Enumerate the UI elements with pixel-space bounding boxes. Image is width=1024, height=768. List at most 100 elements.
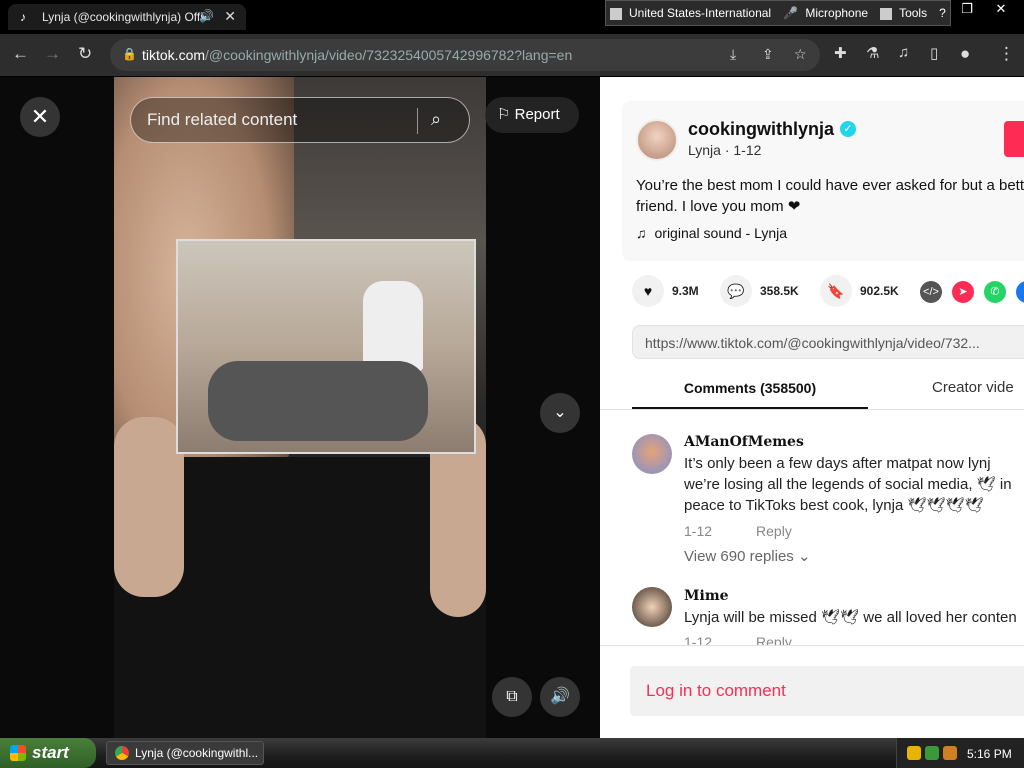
- security-shield-icon[interactable]: [907, 746, 921, 760]
- media-icon[interactable]: ♫: [898, 44, 909, 61]
- tabs-divider: [600, 409, 1024, 410]
- reply-button[interactable]: Reply: [756, 523, 792, 539]
- related-search-input[interactable]: Find related content ⌕: [130, 97, 470, 143]
- close-video-button[interactable]: ✕: [20, 97, 60, 137]
- comment-icon[interactable]: 💬: [720, 275, 752, 307]
- bookmark-star-icon[interactable]: ☆: [794, 46, 807, 63]
- start-label: start: [32, 743, 69, 762]
- browser-toolbar: ← → ↻ 🔒 tiktok.com/@cookingwithlynja/vid…: [0, 34, 1024, 76]
- video-held-photo: [176, 239, 476, 454]
- music-note-icon: ♫: [636, 225, 647, 241]
- url-text: tiktok.com/@cookingwithlynja/video/73232…: [142, 47, 573, 63]
- reload-icon[interactable]: ↻: [78, 44, 92, 64]
- embed-icon[interactable]: </>: [920, 281, 942, 303]
- forward-icon[interactable]: →: [44, 44, 61, 64]
- photo-motorcycle: [208, 361, 428, 441]
- comment-text: It’s only been a few days after matpat n…: [684, 455, 1012, 514]
- comment-avatar[interactable]: [632, 587, 672, 627]
- search-tray-icon[interactable]: [943, 746, 957, 760]
- next-video-button[interactable]: ⌄: [540, 393, 580, 433]
- bookmark-icon[interactable]: 🔖: [820, 275, 852, 307]
- extensions-icon[interactable]: ✚: [834, 44, 847, 62]
- video-hand-left: [114, 417, 184, 597]
- view-replies-button[interactable]: View 690 replies ⌄: [684, 547, 811, 565]
- lock-icon[interactable]: 🔒: [122, 47, 137, 61]
- copy-link-field[interactable]: https://www.tiktok.com/@cookingwithlynja…: [632, 325, 1024, 359]
- comment-avatar[interactable]: [632, 434, 672, 474]
- labs-icon[interactable]: ⚗: [866, 44, 879, 62]
- window-controls: ❐ ✕: [950, 0, 1024, 22]
- profile-icon[interactable]: ●: [960, 44, 970, 64]
- tools-button[interactable]: Tools: [876, 6, 935, 20]
- chrome-icon: [115, 746, 129, 760]
- volume-button[interactable]: 🔊: [540, 677, 580, 717]
- comment-stat[interactable]: 💬 358.5K: [720, 275, 799, 307]
- keyboard-icon: [610, 7, 622, 20]
- tab-comments[interactable]: Comments (358500): [632, 367, 868, 409]
- restore-icon[interactable]: ❐: [950, 0, 984, 22]
- system-tray: 5:16 PM: [896, 738, 1024, 768]
- sound-link[interactable]: ♫ original sound - Lynja: [636, 225, 787, 241]
- pip-icon: ⧉: [506, 688, 518, 705]
- details-panel: cookingwithlynja ✓ Lynja · 1-12 You’re t…: [600, 77, 1024, 738]
- share-icon[interactable]: ⇪: [762, 46, 774, 63]
- browser-tab[interactable]: ♪ Lynja (@cookingwithlynja) Offi 🔊 ✕: [8, 4, 246, 30]
- facebook-icon[interactable]: f: [1016, 281, 1024, 303]
- clock: 5:16 PM: [967, 747, 1012, 761]
- search-placeholder: Find related content: [147, 110, 298, 129]
- tab-close-icon[interactable]: ✕: [224, 8, 236, 25]
- verified-icon: ✓: [840, 121, 856, 137]
- tab-title: Lynja (@cookingwithlynja) Offi: [42, 10, 203, 24]
- chevron-down-icon: ⌄: [553, 404, 567, 421]
- chevron-down-icon: ⌄: [797, 548, 811, 565]
- login-to-comment-button[interactable]: Log in to comment: [630, 666, 1024, 716]
- microphone-button[interactable]: 🎤 Microphone: [779, 6, 876, 20]
- address-bar[interactable]: 🔒 tiktok.com/@cookingwithlynja/video/732…: [110, 39, 820, 71]
- comment-author[interactable]: AManOfMemes: [684, 434, 804, 450]
- author-avatar[interactable]: [636, 119, 678, 161]
- install-icon[interactable]: ⤓: [730, 46, 736, 63]
- language-bar: United States-International 🎤 Microphone…: [605, 0, 951, 26]
- tab-audio-icon[interactable]: 🔊: [199, 9, 214, 23]
- post-info-card: cookingwithlynja ✓ Lynja · 1-12 You’re t…: [622, 101, 1024, 261]
- like-stat[interactable]: ♥ 9.3M: [632, 275, 699, 307]
- comment-author[interactable]: Mime: [684, 588, 729, 604]
- login-bar: Log in to comment: [600, 645, 1024, 738]
- tab-creator-videos[interactable]: Creator vide: [900, 367, 1024, 409]
- back-icon[interactable]: ←: [12, 44, 29, 64]
- comment-date: 1-12: [684, 523, 713, 539]
- keyboard-layout[interactable]: United States-International: [606, 6, 779, 20]
- photo-person: [363, 281, 423, 371]
- report-button[interactable]: ⚐ Report: [485, 97, 579, 133]
- task-label: Lynja (@cookingwithl...: [135, 746, 259, 760]
- flag-icon: ⚐: [497, 106, 511, 123]
- help-icon[interactable]: ?: [935, 6, 950, 20]
- windows-flag-icon: [10, 745, 26, 761]
- whatsapp-icon[interactable]: ✆: [984, 281, 1006, 303]
- video-player[interactable]: ✕ Find related content ⌕ ⚐ Report ⌄ ⧉ 🔊: [0, 77, 600, 738]
- menu-icon[interactable]: ⋮: [998, 44, 1015, 64]
- search-icon[interactable]: ⌕: [431, 109, 441, 130]
- side-panel-icon[interactable]: ▯: [930, 44, 938, 62]
- window-close-icon[interactable]: ✕: [984, 0, 1018, 22]
- volume-icon: 🔊: [550, 688, 570, 705]
- comment-meta: 1-12 Reply: [684, 523, 792, 539]
- start-button[interactable]: start: [0, 738, 96, 768]
- send-icon[interactable]: ➤: [952, 281, 974, 303]
- author-subline: Lynja · 1-12: [688, 142, 762, 158]
- comment-text: Lynja will be missed 🕊🕊 we all loved her…: [684, 609, 1017, 626]
- taskbar: start Lynja (@cookingwithl... 5:16 PM: [0, 738, 1024, 768]
- save-stat[interactable]: 🔖 902.5K: [820, 275, 899, 307]
- post-caption: You’re the best mom I could have ever as…: [636, 177, 1024, 215]
- tiktok-icon: ♪: [20, 10, 26, 24]
- search-divider: [417, 108, 418, 134]
- taskbar-chrome-item[interactable]: Lynja (@cookingwithl...: [106, 741, 264, 765]
- heart-icon[interactable]: ♥: [632, 275, 664, 307]
- post-link: https://www.tiktok.com/@cookingwithlynja…: [645, 335, 980, 351]
- report-label: Report: [514, 106, 560, 123]
- close-icon: ✕: [30, 104, 50, 129]
- follow-button[interactable]: [1004, 121, 1024, 157]
- floating-player-button[interactable]: ⧉: [492, 677, 532, 717]
- network-icon[interactable]: [925, 746, 939, 760]
- author-username[interactable]: cookingwithlynja: [688, 119, 834, 140]
